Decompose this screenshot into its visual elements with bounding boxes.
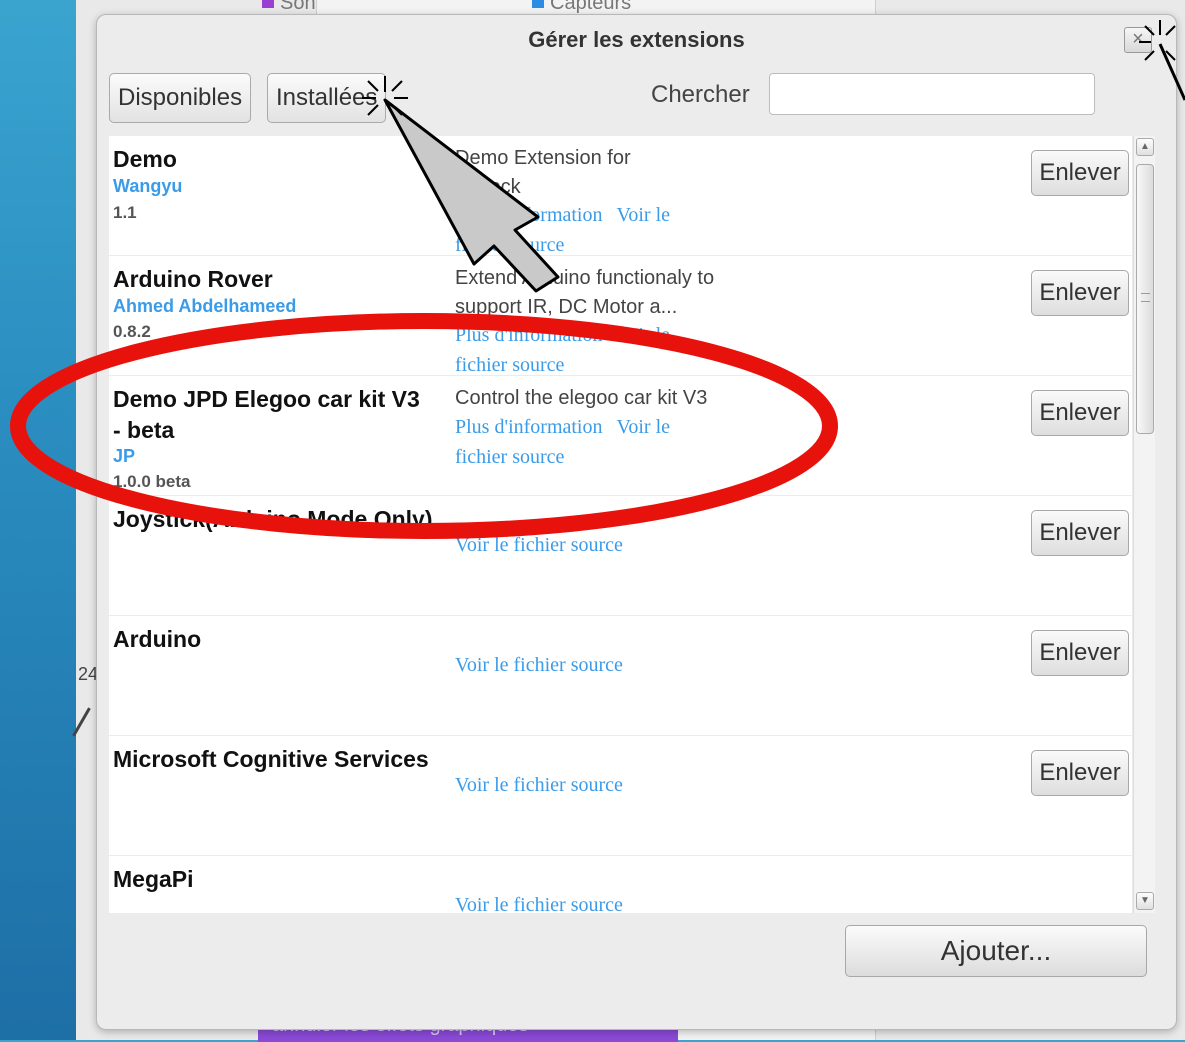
extension-version: 1.1 [113,203,137,222]
tab-installed[interactable]: Installées [267,73,387,123]
extension-author[interactable]: JP [113,446,135,467]
view-source-link[interactable]: Voir le [617,204,671,226]
view-source-link-cont[interactable]: fichier source [455,446,564,468]
extension-description: Demo Extension for mBlock [455,144,755,202]
category-capteurs[interactable]: Capteurs [532,0,631,15]
extensions-list: Demo Wangyu 1.1 Demo Extension for mBloc… [109,136,1132,913]
view-source-link-cont[interactable]: fichier source [455,354,564,376]
view-source-link[interactable]: Voir le [617,416,671,438]
extension-name: Microsoft Cognitive Services [113,746,429,772]
remove-button[interactable]: Enlever [1031,630,1129,676]
remove-button[interactable]: Enlever [1031,390,1129,436]
view-source-link-cont[interactable]: fichier source [455,234,564,256]
extension-name: Arduino [113,626,202,652]
grip-icon [1141,293,1150,302]
more-info-link[interactable]: Plus d'information [455,204,603,226]
search-input[interactable] [769,73,1095,115]
extension-row: Demo JPD Elegoo car kit V3 - beta JP 1.0… [109,376,1132,496]
scrollbar-thumb[interactable] [1136,164,1154,434]
extension-name: Demo [113,146,177,172]
extension-links: Plus d'information Voir le fichier source [455,200,755,260]
tab-available[interactable]: Disponibles [109,73,252,123]
extension-row: Demo Wangyu 1.1 Demo Extension for mBloc… [109,136,1132,256]
extension-version: 0.8.2 [113,322,151,341]
scroll-up-icon[interactable]: ▲ [1136,138,1154,156]
description-line: support IR, DC Motor a... [455,296,678,318]
extension-row: Joystick(Arduino Mode Only) Voir le fich… [109,496,1132,616]
search-label: Chercher [651,81,750,108]
list-scrollbar[interactable]: ▲ ▼ [1133,136,1155,913]
category-color-swatch [532,0,544,8]
category-son[interactable]: Son [262,0,316,15]
description-line: Demo Extension for [455,147,631,169]
more-info-link[interactable]: Plus d'information [455,324,603,346]
extension-name: MegaPi [113,866,194,892]
extension-name: Demo JPD Elegoo car kit V3 - beta [113,386,420,443]
description-line: Extend Arduino functionaly to [455,267,715,289]
view-source-link[interactable]: Voir le fichier source [455,894,623,913]
extension-description: Control the elegoo car kit V3 [455,384,755,413]
extension-name: Joystick(Arduino Mode Only) [113,506,433,532]
description-line: mBlock [455,176,521,198]
extension-links: Plus d'information Voir le fichier source [455,320,755,380]
remove-button[interactable]: Enlever [1031,750,1129,796]
extension-links: Plus d'information Voir le fichier source [455,412,755,472]
scroll-down-icon[interactable]: ▼ [1136,892,1154,910]
extension-row: Arduino Voir le fichier source Enlever [109,616,1132,736]
description-line: Control the elegoo car kit V3 [455,387,708,409]
category-son-label: Son [280,0,316,14]
extension-links: Voir le fichier source [455,650,755,680]
category-color-swatch [262,0,274,8]
extension-row: Arduino Rover Ahmed Abdelhameed 0.8.2 Ex… [109,256,1132,376]
dialog-title: Gérer les extensions [528,27,745,52]
extension-links: Voir le fichier source [455,890,755,913]
extension-description: Extend Arduino functionaly to support IR… [455,264,755,322]
extension-name: Arduino Rover [113,266,273,292]
extension-version: 1.0.0 beta [113,472,191,491]
extension-row: MegaPi Voir le fichier source [109,856,1132,913]
remove-button[interactable]: Enlever [1031,510,1129,556]
manage-extensions-dialog: Gérer les extensions × Disponibles Insta… [96,14,1177,1030]
extension-links: Voir le fichier source [455,530,755,560]
extension-author[interactable]: Ahmed Abdelhameed [113,296,296,317]
view-source-link[interactable]: Voir le [617,324,671,346]
view-source-link[interactable]: Voir le fichier source [455,654,623,676]
more-info-link[interactable]: Plus d'information [455,416,603,438]
extension-links: Voir le fichier source [455,770,755,800]
extension-row: Microsoft Cognitive Services Voir le fic… [109,736,1132,856]
extension-author[interactable]: Wangyu [113,176,182,197]
add-button[interactable]: Ajouter... [845,925,1147,977]
view-source-link[interactable]: Voir le fichier source [455,774,623,796]
remove-button[interactable]: Enlever [1031,270,1129,316]
remove-button[interactable]: Enlever [1031,150,1129,196]
view-source-link[interactable]: Voir le fichier source [455,534,623,556]
category-capteurs-label: Capteurs [550,0,632,14]
close-button[interactable]: × [1124,27,1152,53]
